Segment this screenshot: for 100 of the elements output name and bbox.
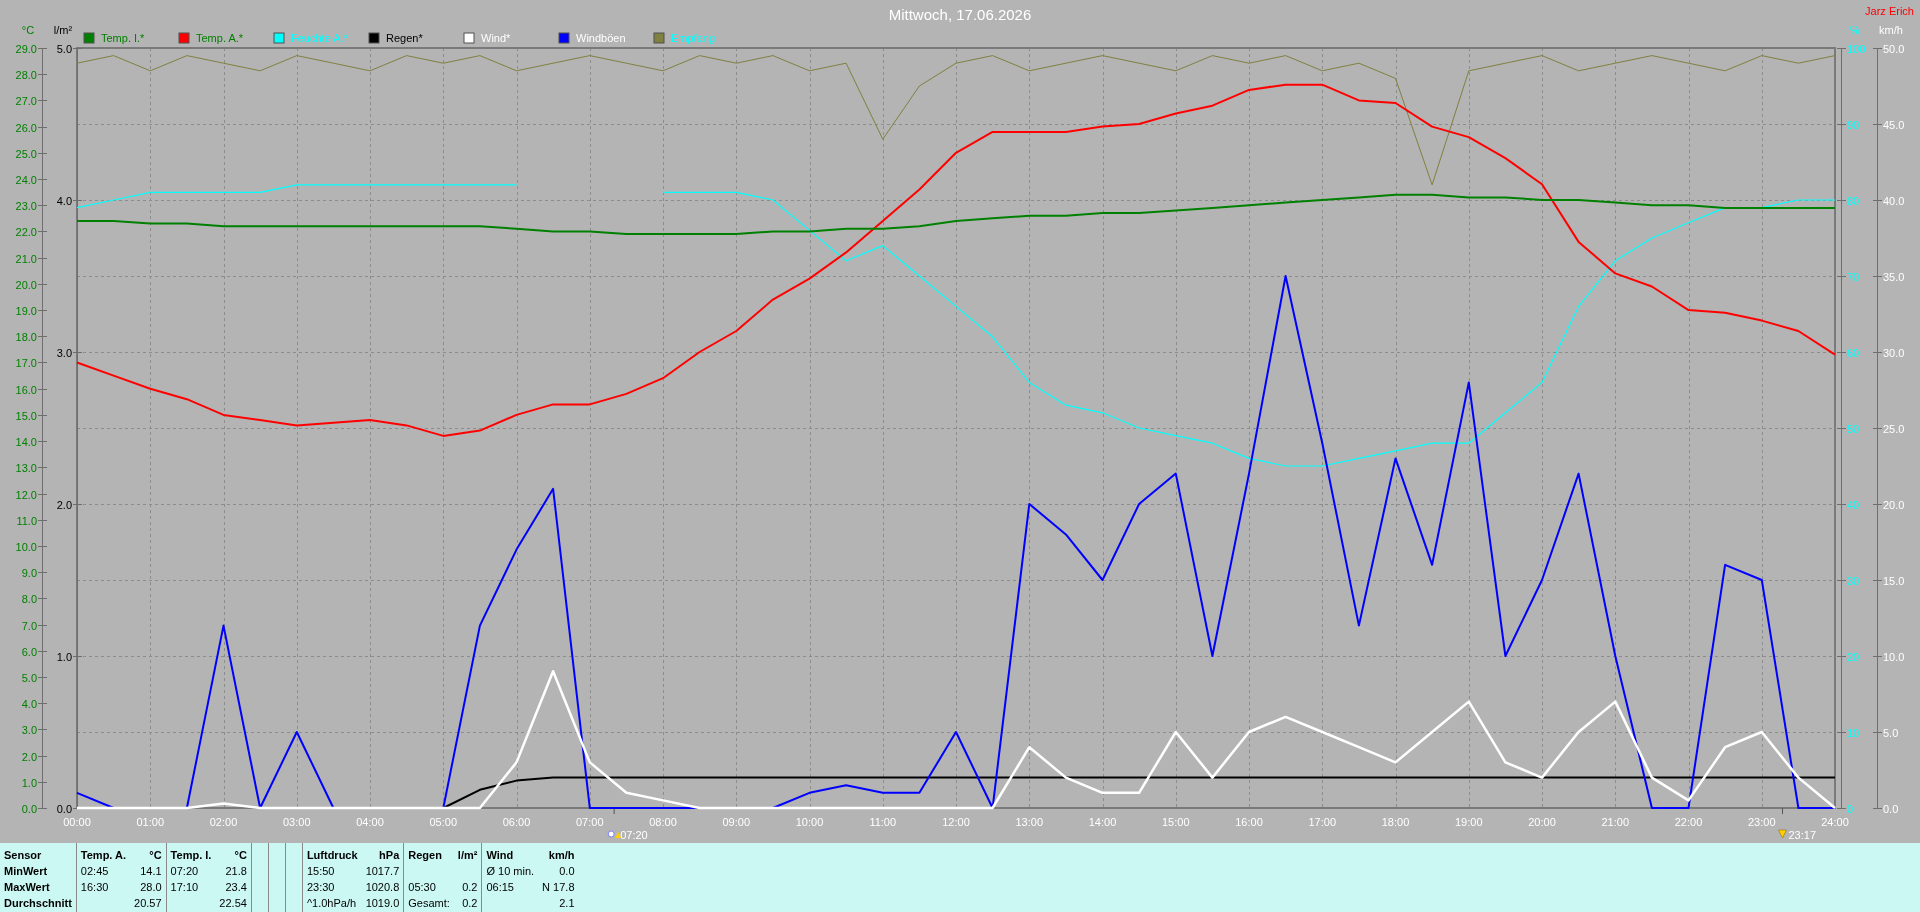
time-label: 07:00 (576, 816, 604, 828)
time-label: 13:00 (1015, 816, 1043, 828)
time-label: 24:00 (1821, 816, 1849, 828)
axis-label: 24.0 (15, 173, 37, 186)
axis-label: 50 (1847, 422, 1860, 435)
table-header: Temp. I. (166, 843, 216, 864)
table-cell: 14.1 (130, 863, 167, 880)
axis-label: 25.0 (1883, 422, 1905, 435)
time-label: 18:00 (1381, 816, 1410, 828)
table-cell: 20.57 (130, 895, 167, 912)
time-label: 09:00 (722, 816, 750, 828)
axis-label: 10 (1847, 726, 1860, 739)
time-label: 19:00 (1455, 816, 1483, 828)
axis-label: 45.0 (1883, 118, 1905, 131)
table-cell: 23:30 (302, 879, 362, 896)
table-cell: N 17.8 (538, 879, 579, 896)
table-cell: 0.2 (453, 879, 482, 896)
time-label: 12:00 (942, 816, 970, 828)
legend-label: Temp. A.* (196, 32, 244, 44)
axis-label: 13.0 (15, 461, 37, 474)
time-label: 10:00 (795, 816, 824, 828)
axis-label: 2.0 (56, 498, 72, 511)
axis-label: 4.0 (21, 697, 37, 710)
axis-label: 1.0 (56, 650, 72, 663)
table-header: l/m² (453, 843, 482, 864)
axis-label: 5.0 (1883, 726, 1899, 739)
axis-label: 0.0 (1883, 802, 1899, 815)
event-tick (1782, 807, 1783, 815)
time-label: 11:00 (869, 816, 897, 828)
axis-label: 0.0 (21, 802, 37, 815)
table-cell: 02:45 (76, 863, 131, 880)
axis-label: 9.0 (21, 566, 37, 579)
axis-label: 0.0 (56, 802, 72, 815)
table-header: °C (130, 843, 167, 864)
time-label: 03:00 (283, 816, 311, 828)
time-label: 01:00 (136, 816, 164, 828)
table-header: Luftdruck (302, 843, 362, 864)
axis-label: 14.0 (15, 435, 37, 448)
axis-label: 17.0 (15, 356, 37, 369)
legend-label: Feuchte A.* (291, 32, 348, 44)
table-header: Wind (481, 843, 539, 864)
row-label: Durchschnitt (0, 895, 77, 912)
axis-label: 21.0 (15, 252, 37, 265)
table-header: °C (215, 843, 252, 864)
time-label: 15:00 (1162, 816, 1190, 828)
axis-label: 28.0 (15, 68, 37, 81)
time-label: 14:00 (1088, 816, 1117, 828)
axis-label: 19.0 (15, 304, 37, 317)
table-cell: Ø 10 min. (481, 863, 539, 880)
table-cell: 1020.8 (361, 879, 404, 896)
legend-label: Temp. I.* (101, 32, 145, 44)
event-time: 07:20 (620, 829, 648, 841)
axis-label: 60 (1847, 346, 1860, 359)
time-label: 23:00 (1748, 816, 1776, 828)
table-cell: 23.4 (215, 879, 252, 896)
axis-label: 23.0 (15, 199, 37, 212)
axis-label: 0 (1847, 802, 1854, 815)
sun-icon (607, 830, 622, 838)
table-cell: 05:30 (403, 879, 454, 896)
table-cell: Gesamt: (403, 895, 454, 912)
table-cell: 1017.7 (361, 863, 404, 880)
time-label: 17:00 (1308, 816, 1336, 828)
axis-label: 3.0 (56, 346, 72, 359)
axis-label: 15.0 (1883, 574, 1905, 587)
time-label: 05:00 (429, 816, 457, 828)
axis-label: 30.0 (1883, 346, 1905, 359)
axis-label: 2.0 (21, 750, 37, 763)
axis-label: 40.0 (1883, 194, 1905, 207)
table-header: Sensor (0, 843, 77, 864)
axis-label: 20 (1847, 650, 1860, 663)
table-cell: 21.8 (215, 863, 252, 880)
axis-label: 5.0 (56, 42, 72, 55)
table-cell: 28.0 (130, 879, 167, 896)
legend-label: Windböen (576, 32, 626, 44)
table-header: hPa (361, 843, 404, 864)
table-cell: 07:20 (166, 863, 216, 880)
axis-label: 6.0 (21, 645, 37, 658)
axis-title: km/h (1879, 24, 1903, 36)
time-label: 06:00 (502, 816, 531, 828)
event-time: 23:17 (1788, 829, 1817, 841)
axis-label: 1.0 (21, 776, 37, 789)
axis-label: 20.0 (1883, 498, 1905, 511)
axis-label: 80 (1847, 194, 1860, 207)
axis-label: 27.0 (15, 94, 37, 107)
axis-label: 20.0 (15, 278, 37, 291)
axis-label: 4.0 (56, 194, 72, 207)
time-label: 00:00 (63, 816, 91, 828)
table-cell: 1019.0 (361, 895, 404, 912)
axis-label: 10.0 (1883, 650, 1905, 663)
axis-title: % (1850, 24, 1860, 36)
axis-label: 100 (1847, 42, 1866, 55)
axis-label: 30 (1847, 574, 1860, 587)
time-label: 22:00 (1674, 816, 1703, 828)
axis-title: °C (21, 24, 35, 36)
legend-label: Regen* (386, 32, 423, 44)
table-cell: 16:30 (76, 879, 131, 896)
axis-label: 29.0 (15, 42, 37, 55)
table-header: km/h (538, 843, 579, 864)
time-label: 08:00 (649, 816, 677, 828)
event-tick (613, 807, 615, 815)
